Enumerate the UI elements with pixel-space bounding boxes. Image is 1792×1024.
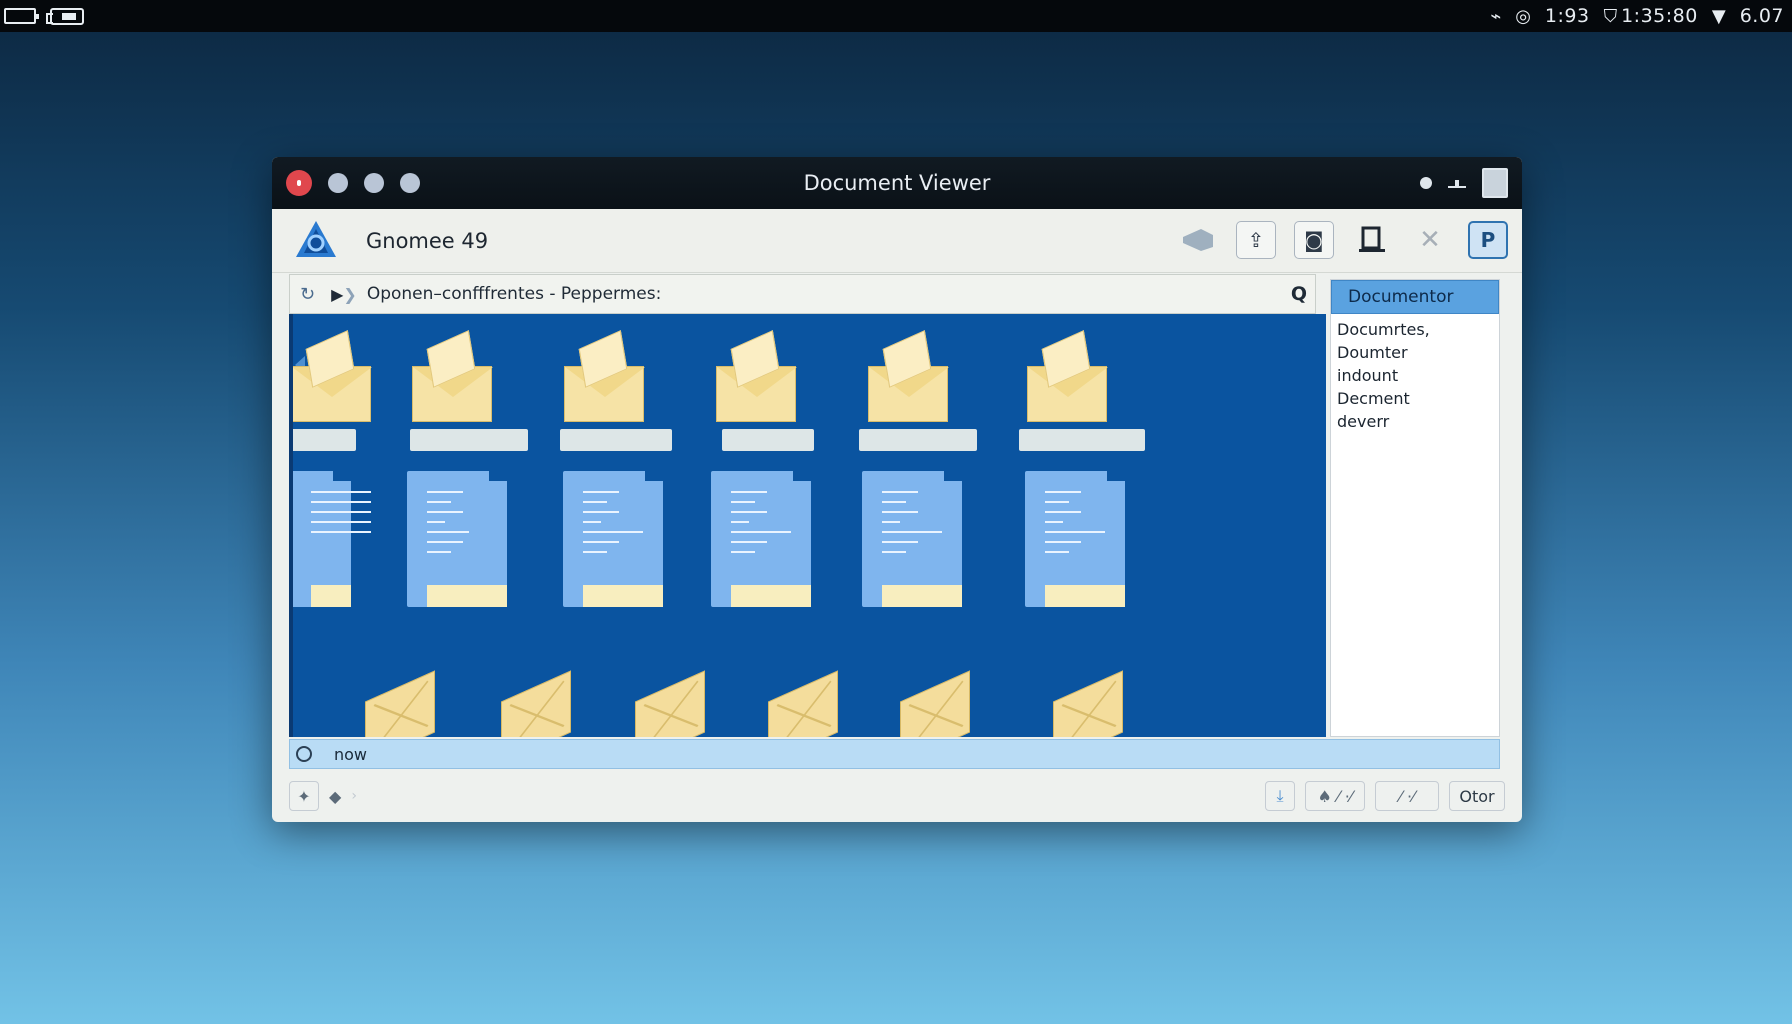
envelope-icon[interactable] [1053, 670, 1123, 737]
app-name: Gnomee 49 [366, 228, 489, 253]
header-toolbar: Gnomee 49 ⇪ ◙ ✕ P [272, 209, 1522, 273]
file-label[interactable] [293, 429, 356, 451]
flame-icon: ♠ [1317, 786, 1332, 806]
envelope-icon[interactable] [365, 670, 435, 737]
path-bar[interactable]: ↻ ▶❯ Oponen–confffrentes - Peppermes: Q [289, 274, 1316, 314]
side-panel-list: Documrtes, Doumter indount Decment dever… [1331, 314, 1499, 437]
envelope-icon[interactable] [768, 670, 838, 737]
envelope-icon[interactable] [868, 330, 949, 422]
arrow-right-icon[interactable]: › [351, 788, 357, 804]
envelope-icon[interactable] [716, 330, 797, 422]
envelope-icon[interactable] [1027, 330, 1108, 422]
file-label[interactable] [722, 429, 814, 451]
file-label[interactable] [859, 429, 977, 451]
top-system-bar: ⌁ ◎ 1:93 ⛉ 1:35:80 ▼ 6.07 [0, 0, 1792, 32]
status-dot-icon[interactable] [1420, 177, 1432, 189]
titlebar[interactable]: Document Viewer [272, 157, 1522, 209]
envelope-icon[interactable] [900, 670, 970, 737]
bottom-left-tools: ✦ ◆ › [289, 781, 357, 811]
app-logo-icon [296, 220, 336, 257]
bottom-right-tools: ⤓ ♠ ⁄ ·⁄ ⁄ ·⁄ Otor [1265, 781, 1505, 811]
document-icon[interactable] [1025, 471, 1125, 607]
refresh-icon[interactable]: ↻ [300, 284, 315, 305]
envelope-icon[interactable] [635, 670, 705, 737]
tray-value-2: 6.07 [1739, 5, 1784, 27]
document-viewer-window: Document Viewer Gnomee 49 ⇪ ◙ ✕ P ↻ ▶❯ O… [272, 157, 1522, 822]
fullscreen-icon[interactable] [1482, 168, 1508, 198]
settings-icon[interactable]: ◎ [1515, 6, 1531, 27]
top-bar-right: ⌁ ◎ 1:93 ⛉ 1:35:80 ▼ 6.07 [1490, 5, 1784, 27]
flame-button-label: ⁄ ·⁄ [1336, 786, 1353, 806]
diamond-icon[interactable]: ◆ [329, 787, 341, 806]
other-button[interactable]: Otor [1449, 781, 1505, 811]
download-icon[interactable]: ⤓ [1265, 781, 1295, 811]
file-label[interactable] [410, 429, 528, 451]
document-icon[interactable] [293, 471, 371, 607]
side-panel: Documentor Documrtes, Doumter indount De… [1330, 279, 1500, 737]
side-panel-item[interactable]: Decment [1337, 387, 1493, 410]
upload-icon[interactable]: ⇪ [1236, 221, 1276, 259]
side-panel-item[interactable]: deverr [1337, 410, 1493, 433]
document-icon[interactable] [862, 471, 962, 607]
file-label[interactable] [1019, 429, 1145, 451]
envelope-icon[interactable] [412, 330, 493, 422]
close-x-icon[interactable]: ✕ [1410, 221, 1450, 259]
side-panel-item[interactable]: Doumter [1337, 341, 1493, 364]
pin-tool-icon[interactable]: ✦ [289, 781, 319, 811]
side-panel-item[interactable]: indount [1337, 364, 1493, 387]
document-icon[interactable] [563, 471, 663, 607]
window-title: Document Viewer [803, 171, 991, 195]
tag-icon[interactable]: ⌁ [1490, 6, 1501, 27]
path-text[interactable]: Oponen–confffrentes - Peppermes: [367, 284, 662, 304]
document-icon[interactable] [711, 471, 811, 607]
display-icon[interactable] [46, 7, 84, 25]
monitor-icon[interactable] [1352, 221, 1392, 259]
status-text: now [334, 744, 368, 764]
p-icon[interactable]: P [1468, 221, 1508, 259]
status-row[interactable]: now [289, 739, 1500, 769]
megaphone-icon[interactable] [1178, 221, 1218, 259]
file-label[interactable] [560, 429, 672, 451]
flame-button[interactable]: ♠ ⁄ ·⁄ [1305, 781, 1365, 811]
circle-icon[interactable] [296, 746, 312, 762]
camera-icon[interactable]: ◙ [1294, 221, 1334, 259]
top-bar-left [4, 7, 84, 25]
shield-icon[interactable]: ⛉ [1604, 6, 1618, 27]
battery-icon[interactable] [4, 8, 39, 24]
document-icon[interactable] [407, 471, 507, 607]
bottom-bar: ✦ ◆ › ⤓ ♠ ⁄ ·⁄ ⁄ ·⁄ Otor [272, 769, 1522, 822]
side-panel-item[interactable]: Documrtes, [1337, 318, 1493, 341]
toolbar-buttons: ⇪ ◙ ✕ P [1178, 221, 1508, 259]
tray-value-1: 1:93 [1544, 5, 1590, 27]
side-panel-header[interactable]: Documentor [1331, 280, 1499, 314]
forward-icon[interactable]: ▶❯ [331, 285, 357, 304]
title-right-controls [1420, 168, 1508, 198]
envelope-icon[interactable] [564, 330, 645, 422]
wifi-icon[interactable]: ▼ [1712, 6, 1726, 27]
envelope-icon[interactable] [293, 330, 372, 422]
envelope-icon[interactable] [501, 670, 571, 737]
tray-clock[interactable]: 1:35:80 [1621, 5, 1698, 27]
edit-button[interactable]: ⁄ ·⁄ [1375, 781, 1439, 811]
search-icon[interactable]: Q [1291, 283, 1307, 305]
file-grid[interactable] [289, 314, 1326, 737]
pin-icon[interactable] [1448, 176, 1466, 190]
